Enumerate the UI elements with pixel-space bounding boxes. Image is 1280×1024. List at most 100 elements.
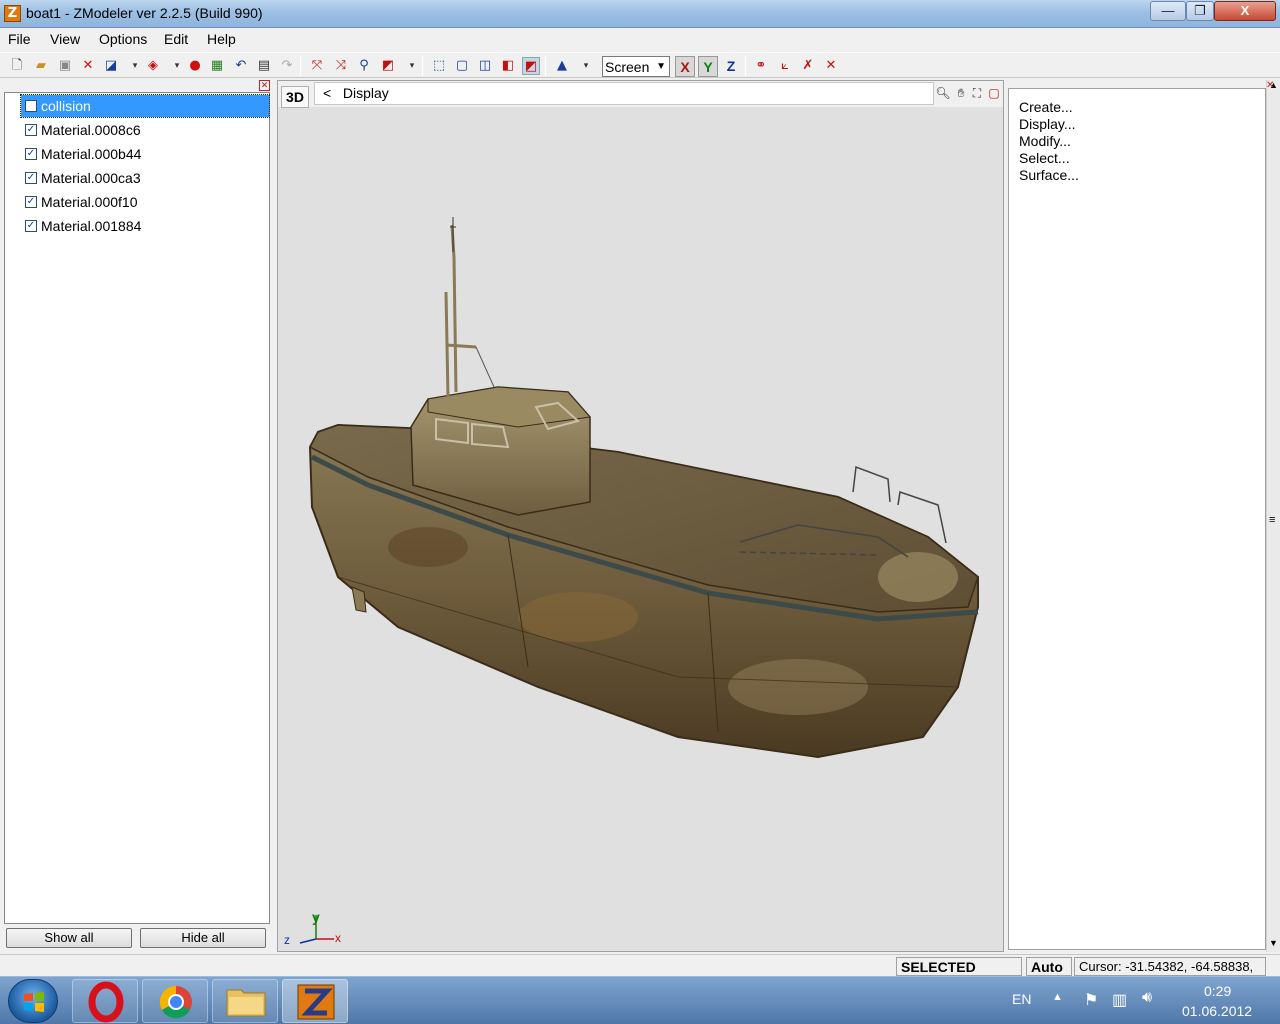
- checkbox-icon[interactable]: ✓: [25, 196, 37, 208]
- taskbar: EN ▲ ⚑ ▥ 🔊︎ 0:29 01.06.2012: [0, 976, 1280, 1024]
- material-label: Material.000f10: [41, 194, 138, 210]
- show-hidden-icons-icon[interactable]: ▲: [1052, 991, 1063, 1003]
- status-bar: SELECTED MODE Auto Cursor: -31.54382, -6…: [0, 954, 1280, 993]
- taskbar-zmodeler-button[interactable]: [282, 979, 348, 1023]
- select-object-icon[interactable]: ⚲: [355, 57, 373, 75]
- checkbox-icon[interactable]: ✓: [25, 124, 37, 136]
- checkbox-icon[interactable]: ✓: [25, 172, 37, 184]
- checkbox-icon[interactable]: ✓: [25, 220, 37, 232]
- axes-local-icon[interactable]: ⟀: [776, 57, 794, 75]
- material-list[interactable]: collision ✓ Material.0008c6 ✓ Material.0…: [4, 92, 270, 924]
- material-label: Material.001884: [41, 218, 142, 234]
- taskbar-explorer-button[interactable]: [212, 979, 278, 1023]
- display-command[interactable]: Display...: [1019, 116, 1076, 132]
- view-type-label[interactable]: 3D: [281, 86, 309, 108]
- material-label: Material.000ca3: [41, 170, 141, 186]
- volume-icon[interactable]: 🔊︎: [1142, 989, 1152, 1007]
- import-dropdown-icon[interactable]: ▾: [126, 57, 144, 75]
- command-panel: Create... Display... Modify... Select...…: [1008, 80, 1280, 952]
- export-dropdown-icon[interactable]: ▾: [168, 57, 186, 75]
- save-icon[interactable]: ▣: [56, 57, 74, 75]
- toolbar-separator: [300, 56, 301, 76]
- delete-icon[interactable]: ✕: [79, 57, 97, 75]
- minimize-button[interactable]: —: [1150, 1, 1186, 21]
- display-breadcrumb[interactable]: < Display: [314, 82, 934, 105]
- taskbar-opera-button[interactable]: [72, 979, 138, 1023]
- export-icon[interactable]: ◈: [144, 57, 162, 75]
- viewport-header: 3D < Display 🔍︎ ✋︎ ⛶ ▢: [278, 81, 1003, 108]
- list-item[interactable]: ✓ Material.000f10: [21, 191, 269, 213]
- language-indicator[interactable]: EN: [1012, 991, 1031, 1007]
- list-item[interactable]: ✓ Material.001884: [21, 215, 269, 237]
- cube-mode-icon[interactable]: ◩: [522, 57, 540, 75]
- back-arrow-icon[interactable]: <: [323, 85, 331, 101]
- record-icon[interactable]: ●: [186, 57, 204, 75]
- close-panel-icon[interactable]: ✕: [1266, 80, 1274, 91]
- zoom-icon[interactable]: 🔍︎: [935, 85, 951, 101]
- pyramid-icon[interactable]: ▲: [553, 57, 571, 75]
- texture-icon[interactable]: ▦: [208, 57, 226, 75]
- axis-y-button[interactable]: Y: [698, 56, 718, 77]
- action-center-flag-icon[interactable]: ⚑: [1084, 990, 1098, 1010]
- checkbox-icon[interactable]: [25, 100, 37, 112]
- select-vertex-icon[interactable]: ⤧: [308, 57, 326, 75]
- link-icon[interactable]: ⚭: [752, 57, 770, 75]
- close-button[interactable]: X: [1214, 1, 1276, 21]
- select-dropdown-icon[interactable]: ▾: [403, 57, 421, 75]
- show-all-button[interactable]: Show all: [6, 928, 132, 948]
- maximize-button[interactable]: ❐: [1186, 1, 1214, 21]
- notes-icon[interactable]: ▤: [255, 57, 273, 75]
- network-icon[interactable]: ▥: [1112, 990, 1127, 1010]
- right-scrollbar[interactable]: ▲ ≡ ▼: [1266, 80, 1280, 952]
- menu-view[interactable]: View: [50, 31, 80, 47]
- zmodeler-app-icon[interactable]: Z: [4, 5, 21, 22]
- toolbar-separator: [545, 56, 546, 76]
- object-mode-icon[interactable]: ◧: [499, 57, 517, 75]
- scroll-grip-icon[interactable]: ≡: [1269, 514, 1275, 526]
- view-mode-dropdown[interactable]: Screen ▼: [602, 56, 670, 77]
- axes-custom-icon[interactable]: ✕: [822, 57, 840, 75]
- list-item[interactable]: ✓ Material.000b44: [21, 143, 269, 165]
- new-file-icon[interactable]: 🗋: [8, 57, 26, 75]
- list-item[interactable]: ✓ Material.0008c6: [21, 119, 269, 141]
- 3d-viewport[interactable]: 3D < Display 🔍︎ ✋︎ ⛶ ▢ y z x: [277, 80, 1004, 952]
- scroll-down-icon[interactable]: ▼: [1269, 938, 1278, 948]
- axis-z-label: z: [284, 933, 290, 947]
- menu-help[interactable]: Help: [207, 31, 236, 47]
- taskbar-chrome-button[interactable]: [142, 979, 208, 1023]
- edge-mode-icon[interactable]: ▢: [453, 57, 471, 75]
- open-folder-icon[interactable]: ▰: [32, 57, 50, 75]
- surface-command[interactable]: Surface...: [1019, 167, 1079, 183]
- clock-date[interactable]: 01.06.2012: [1182, 1003, 1252, 1019]
- start-button[interactable]: [8, 979, 58, 1023]
- material-label: collision: [41, 98, 91, 114]
- close-panel-icon[interactable]: ✕: [259, 80, 270, 91]
- face-mode-icon[interactable]: ◫: [476, 57, 494, 75]
- menu-file[interactable]: File: [8, 31, 31, 47]
- pan-hand-icon[interactable]: ✋︎: [953, 85, 969, 101]
- folder-icon: [226, 989, 266, 1017]
- boat-model: [308, 217, 979, 759]
- vertex-mode-icon[interactable]: ⬚: [430, 57, 448, 75]
- zoom-extents-icon[interactable]: ⛶: [969, 85, 985, 101]
- axis-x-button[interactable]: X: [675, 56, 695, 77]
- create-command[interactable]: Create...: [1019, 99, 1073, 115]
- menu-edit[interactable]: Edit: [164, 31, 188, 47]
- clock-time[interactable]: 0:29: [1204, 983, 1231, 999]
- modify-command[interactable]: Modify...: [1019, 133, 1071, 149]
- checkbox-icon[interactable]: ✓: [25, 148, 37, 160]
- undo-icon[interactable]: ↶: [232, 57, 250, 75]
- menu-options[interactable]: Options: [99, 31, 147, 47]
- select-command[interactable]: Select...: [1019, 150, 1070, 166]
- axes-world-icon[interactable]: ✗: [799, 57, 817, 75]
- list-item[interactable]: ✓ Material.000ca3: [21, 167, 269, 189]
- list-item[interactable]: collision: [20, 94, 270, 118]
- redo-icon[interactable]: ↷: [278, 57, 296, 75]
- import-icon[interactable]: ◪: [102, 57, 120, 75]
- hide-all-button[interactable]: Hide all: [140, 928, 266, 948]
- maximize-viewport-icon[interactable]: ▢: [986, 85, 1002, 101]
- select-polygon-icon[interactable]: ◩: [379, 57, 397, 75]
- select-edge-icon[interactable]: ⤨: [332, 57, 350, 75]
- pyramid-dropdown-icon[interactable]: ▾: [577, 57, 595, 75]
- axis-z-button[interactable]: Z: [721, 56, 741, 77]
